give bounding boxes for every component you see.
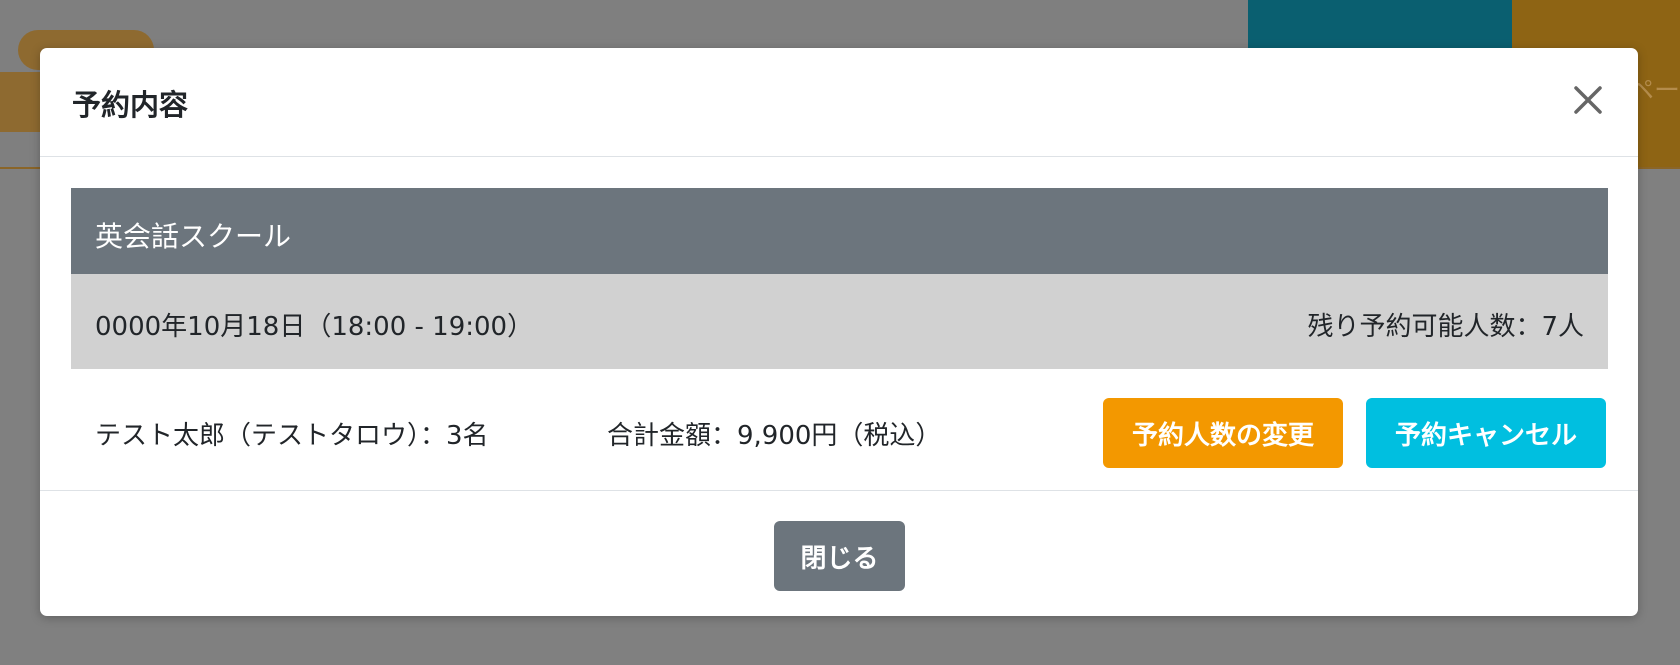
booking-total-price: 合計金額：9,900円（税込） — [607, 421, 942, 451]
reservation-modal: 予約内容 英会話スクール 0000年10月18日（18:00 - 19:00） … — [40, 48, 1638, 616]
schedule-date-time: 0000年10月18日（18:00 - 19:00） — [95, 312, 534, 342]
change-count-button[interactable]: 予約人数の変更 — [1103, 398, 1343, 468]
logo — [0, 72, 40, 132]
remaining-capacity: 残り予約可能人数：7人 — [1307, 312, 1584, 342]
cancel-reservation-button[interactable]: 予約キャンセル — [1366, 398, 1606, 468]
course-name: 英会話スクール — [95, 220, 292, 253]
schedule-row: 0000年10月18日（18:00 - 19:00） 残り予約可能人数：7人 — [71, 274, 1608, 369]
modal-body: 英会話スクール 0000年10月18日（18:00 - 19:00） 残り予約可… — [40, 157, 1638, 491]
modal-footer: 閉じる — [40, 491, 1638, 616]
close-button[interactable]: 閉じる — [774, 521, 905, 591]
booking-name-count: テスト太郎（テストタロウ）：3名 — [95, 421, 489, 451]
modal-header: 予約内容 — [40, 48, 1638, 157]
close-icon[interactable] — [1568, 80, 1608, 120]
course-header: 英会話スクール — [71, 188, 1608, 274]
modal-title: 予約内容 — [72, 88, 189, 122]
